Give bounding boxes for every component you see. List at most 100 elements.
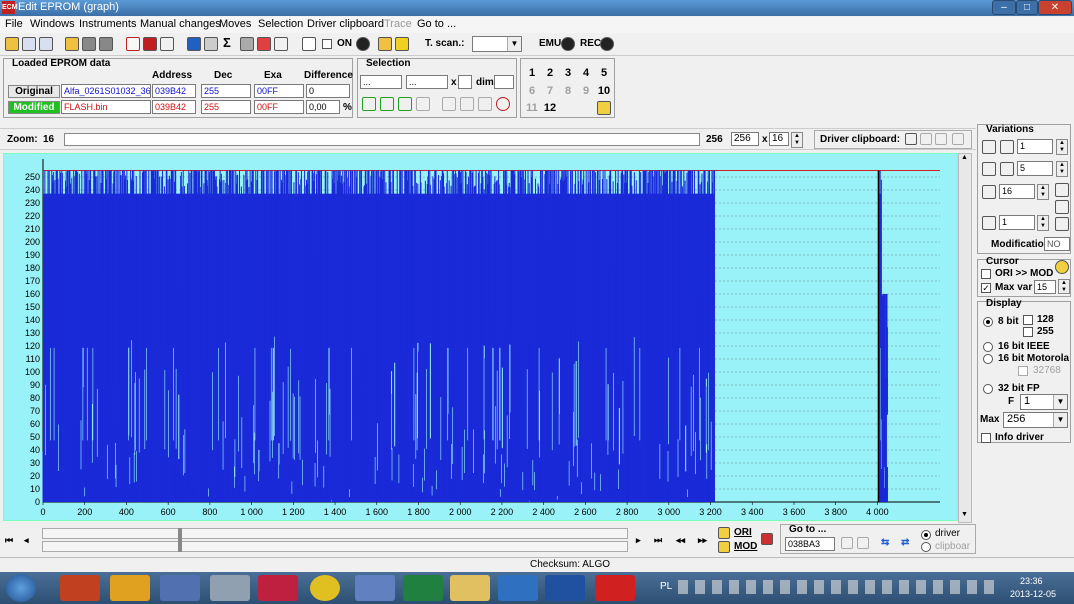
var-field-2[interactable]: 5 (1017, 161, 1053, 176)
fp32-radio[interactable] (983, 384, 993, 394)
goto-field[interactable]: 038BA3 (785, 537, 835, 551)
ieee-radio[interactable] (983, 342, 993, 352)
var-sub-icon[interactable] (1000, 140, 1014, 154)
var-spinner-3[interactable]: ▲ ▼ (1037, 184, 1049, 200)
play-icon[interactable]: ▸ (636, 535, 641, 546)
opt128-checkbox[interactable] (1023, 315, 1033, 325)
clip-clear-icon[interactable] (952, 133, 964, 145)
on-checkbox[interactable] (322, 39, 332, 49)
cursor-lock-icon[interactable] (1055, 260, 1069, 274)
var-spinner-2[interactable]: ▲ ▼ (1056, 161, 1068, 177)
menu-go-to[interactable]: Go to ... (417, 18, 456, 30)
eprom-graph[interactable]: 0 10 20 30 40 50 60 70 80 90 100 110 120 130 140 150 160… (3, 153, 958, 521)
selection-from-field[interactable]: ... (360, 75, 402, 89)
mod-hscroll[interactable] (42, 541, 628, 552)
network-icon[interactable] (498, 575, 538, 601)
chip-icon[interactable] (187, 37, 201, 51)
bit8-radio[interactable] (983, 317, 993, 327)
bookmark-2[interactable]: 2 (543, 67, 557, 79)
tray-icons[interactable] (678, 580, 998, 594)
dim-field[interactable] (494, 75, 514, 89)
original-file-field[interactable]: Alfa_0261S01032_369 (61, 84, 151, 98)
bookmark-6[interactable]: 6 (525, 85, 539, 97)
opt32768-checkbox[interactable] (1018, 366, 1028, 376)
explorer-icon[interactable] (450, 575, 490, 601)
copy-sel-icon[interactable] (442, 97, 456, 111)
undo-sel-icon[interactable] (496, 97, 510, 111)
cross-icon[interactable] (143, 37, 157, 51)
original-exa-field[interactable]: 00FF (254, 84, 304, 98)
original-address-field[interactable]: 039B42 (152, 84, 196, 98)
scroll-down-icon[interactable]: ▼ (961, 511, 968, 518)
modified-button[interactable]: Modified (8, 101, 60, 114)
modified-file-field[interactable]: FLASH.bin (61, 100, 151, 114)
clip-fill-icon[interactable] (935, 133, 947, 145)
access-icon[interactable] (258, 575, 298, 601)
menu-trace[interactable]: Trace (384, 18, 412, 30)
select-clear-icon[interactable] (416, 97, 430, 111)
var-p-icon[interactable] (982, 216, 996, 230)
menu-moves[interactable]: Moves (219, 18, 251, 30)
select-end-icon[interactable] (398, 97, 412, 111)
zoom-step-field[interactable]: 16 (769, 132, 789, 146)
home-icon[interactable] (5, 37, 19, 51)
forward-icon[interactable]: ▸▸ (698, 535, 707, 546)
bookmark-7[interactable]: 7 (543, 85, 557, 97)
menu-file[interactable]: File (5, 18, 23, 30)
scroll-up-icon[interactable]: ▲ (961, 154, 968, 161)
emu-power-icon[interactable] (561, 37, 575, 51)
f-select[interactable]: 1 ▼ (1020, 394, 1068, 410)
bookmark-9[interactable]: 9 (579, 85, 593, 97)
swap-icon[interactable]: ⇆ (881, 537, 889, 548)
selection-to-field[interactable]: ... (406, 75, 448, 89)
goto-b-icon[interactable] (857, 537, 869, 549)
goto-a-icon[interactable] (841, 537, 853, 549)
var-shift-icon[interactable] (982, 185, 996, 199)
graph-icon[interactable] (274, 37, 288, 51)
bookmark-tool-icon[interactable] (597, 101, 611, 115)
edit-icon[interactable] (204, 37, 218, 51)
info-driver-checkbox[interactable] (981, 433, 991, 443)
chrome-icon[interactable] (310, 575, 340, 601)
var-spinner-4[interactable]: ▲ ▼ (1037, 215, 1049, 231)
original-button[interactable]: Original (8, 85, 60, 98)
select-mid-icon[interactable] (380, 97, 394, 111)
bookmark-11[interactable]: 11 (523, 102, 541, 114)
var-field-4[interactable]: 1 (999, 215, 1035, 230)
tscan-select[interactable]: ▼ (472, 36, 522, 52)
var-add-icon[interactable] (982, 140, 996, 154)
bookmark-8[interactable]: 8 (561, 85, 575, 97)
tile-icon[interactable] (39, 37, 53, 51)
zoom-box[interactable]: 256 (731, 132, 759, 146)
window-icon[interactable] (302, 37, 316, 51)
ori-label[interactable]: ORI (734, 527, 752, 538)
fill-sel-icon[interactable] (478, 97, 492, 111)
tool-icon[interactable] (257, 37, 271, 51)
maximize-button[interactable]: □ (1016, 0, 1038, 15)
original-diff-field[interactable]: 0 (306, 84, 350, 98)
max-var-spinner[interactable]: ▲ ▼ (1058, 279, 1070, 294)
lock-icon[interactable] (378, 37, 392, 51)
outlook-icon[interactable] (110, 575, 150, 601)
paste-sel-icon[interactable] (460, 97, 474, 111)
bookmark-1[interactable]: 1 (525, 67, 539, 79)
motorola-radio[interactable] (983, 354, 993, 364)
var-u-icon[interactable] (1055, 217, 1069, 231)
menu-windows[interactable]: Windows (30, 18, 75, 30)
var-spinner-1[interactable]: ▲ ▼ (1056, 139, 1068, 155)
modified-dec-field[interactable]: 255 (201, 100, 251, 114)
windows-icon[interactable] (22, 37, 36, 51)
var-div-icon[interactable] (1000, 162, 1014, 176)
mod-lock-icon[interactable] (718, 541, 730, 553)
bookmark-12[interactable]: 12 (541, 102, 559, 114)
back-icon[interactable]: ◂◂ (676, 535, 685, 546)
var-field-3[interactable]: 16 (999, 184, 1035, 199)
print-icon[interactable] (240, 37, 254, 51)
ori-lock-icon[interactable] (718, 527, 730, 539)
media-icon[interactable] (60, 575, 100, 601)
first-icon[interactable]: ⏮ (5, 535, 13, 546)
var-mul-icon[interactable] (982, 162, 996, 176)
var-field-1[interactable]: 1 (1017, 139, 1053, 154)
bookmark-10[interactable]: 10 (595, 85, 613, 97)
modified-address-field[interactable]: 039B42 (152, 100, 196, 114)
